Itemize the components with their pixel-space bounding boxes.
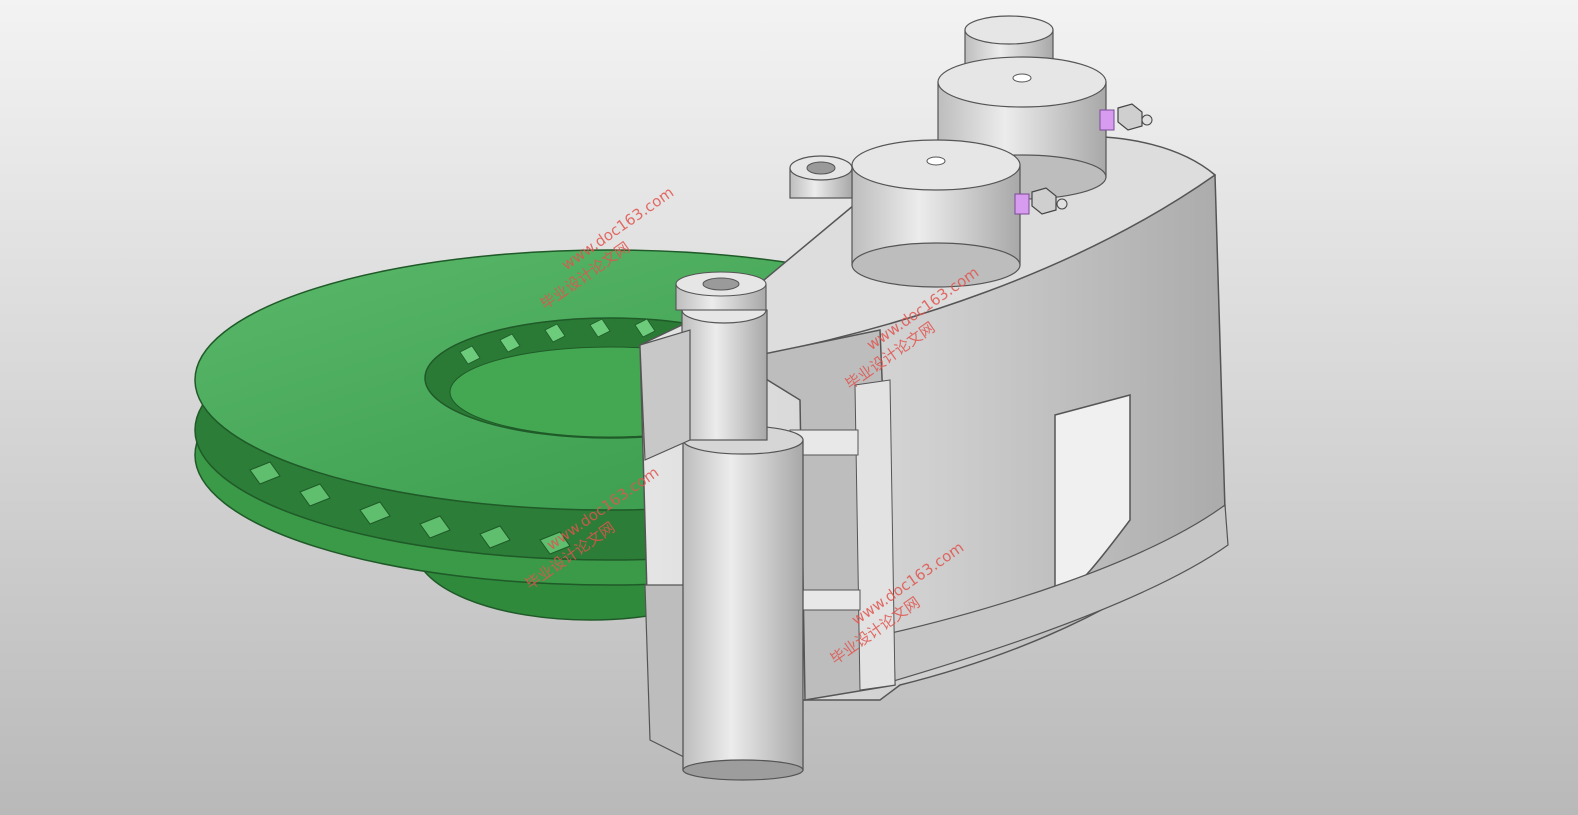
guide-boss: [789, 155, 853, 199]
brake-assembly-render: 毕业设计论文网 www.doc163.com 毕业设计论文网 www.doc16…: [194, 15, 1229, 781]
piston-front: [851, 139, 1021, 288]
cad-viewport[interactable]: 毕业设计论文网 www.doc163.com 毕业设计论文网 www.doc16…: [0, 0, 1578, 815]
bleed-bolt-upper: [1099, 103, 1153, 131]
